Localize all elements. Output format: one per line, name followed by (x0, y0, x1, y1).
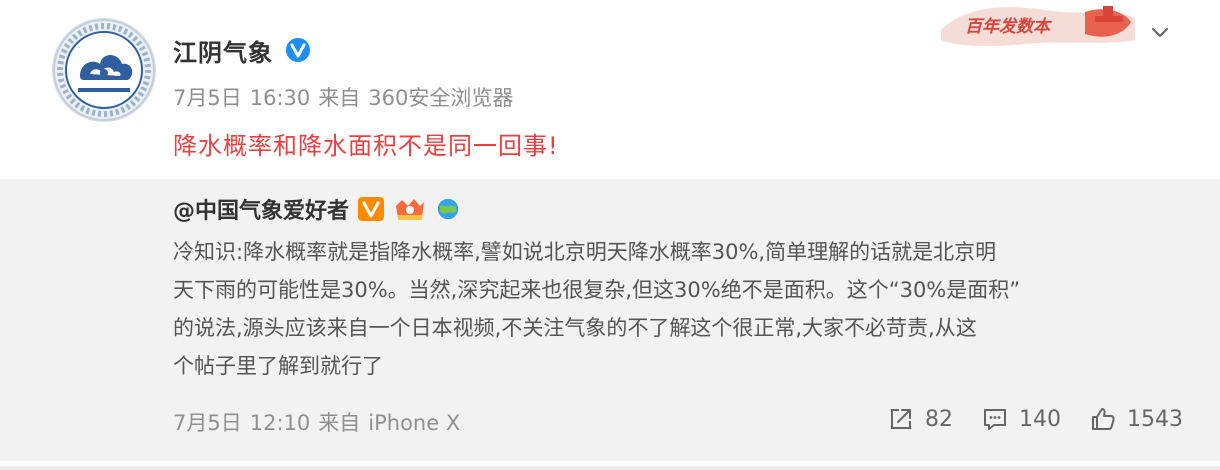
repost-text-line: 的说法,源头应该来自一个日本视频,不关注气象的不了解这个很正常,大家不必苛责,从… (173, 316, 977, 340)
post-source-prefix: 来自 (318, 86, 361, 110)
repost-source: iPhone X (368, 411, 461, 435)
repost-source-prefix: 来自 (318, 411, 361, 435)
v-badge-icon (358, 197, 385, 221)
repost-date[interactable]: 7月5日 (173, 411, 242, 435)
repost-button[interactable]: 82 (887, 405, 953, 433)
author-row: 江阴气象 (173, 30, 311, 70)
repost-author-row: @中国气象爱好者 (173, 193, 461, 225)
avatar-logo-icon (53, 19, 155, 121)
weibo-post: 江阴气象 7月5日 16:30 来自 360安全浏览器 降水概率和降水面积不是同一回事… (0, 0, 1220, 470)
post-meta: 7月5日 16:30 来自 360安全浏览器 (173, 82, 521, 112)
post-text: 降水概率和降水面积不是同一回事! (173, 132, 559, 160)
author-name[interactable]: 江阴气象 (173, 33, 273, 68)
repost-box: @中国气象爱好者 冷知识:降水概率就是指降水概率,譬如说北京明天降水概率30%,… (0, 179, 1220, 461)
like-button[interactable]: 1543 (1089, 405, 1183, 433)
anniversary-banner: 百年发数本 (935, 0, 1140, 52)
repost-text: 冷知识:降水概率就是指降水概率,譬如说北京明天降水概率30%,简单理解的话就是北… (173, 233, 1173, 385)
chevron-down-icon[interactable] (1145, 18, 1175, 48)
comment-button[interactable]: 140 (981, 405, 1061, 433)
like-count: 1543 (1127, 406, 1183, 432)
repost-text-line: 冷知识:降水概率就是指降水概率,譬如说北京明天降水概率30%,简单理解的话就是北… (173, 240, 997, 264)
crown-badge-icon (396, 199, 425, 220)
banner-text: 百年发数本 (965, 17, 1053, 37)
verified-icon (286, 38, 310, 62)
repost-author[interactable]: @中国气象爱好者 (173, 193, 349, 225)
post-date[interactable]: 7月5日 (173, 86, 242, 110)
action-bar: 82 140 1543 (859, 405, 1183, 433)
comment-count: 140 (1019, 406, 1061, 432)
divider (0, 466, 1220, 470)
post-time[interactable]: 16:30 (250, 86, 311, 110)
repost-text-line: 个帖子里了解到就行了 (173, 354, 383, 378)
thumbs-up-icon (1092, 408, 1115, 430)
banner-icon: 百年发数本 (941, 6, 1135, 47)
share-icon (891, 409, 911, 429)
post-source: 360安全浏览器 (368, 86, 514, 110)
avatar[interactable] (52, 18, 156, 122)
repost-footer: 7月5日 12:10 来自 iPhone X 82 140 1543 (173, 405, 1183, 437)
repost-time[interactable]: 12:10 (250, 411, 311, 435)
repost-count: 82 (925, 406, 953, 432)
comment-icon (984, 409, 1006, 430)
globe-badge-icon (436, 197, 460, 221)
repost-meta: 7月5日 12:10 来自 iPhone X (173, 407, 468, 437)
repost-text-line: 天下雨的可能性是30%。当然,深究起来也很复杂,但这30%绝不是面积。这个“30… (173, 278, 1021, 302)
